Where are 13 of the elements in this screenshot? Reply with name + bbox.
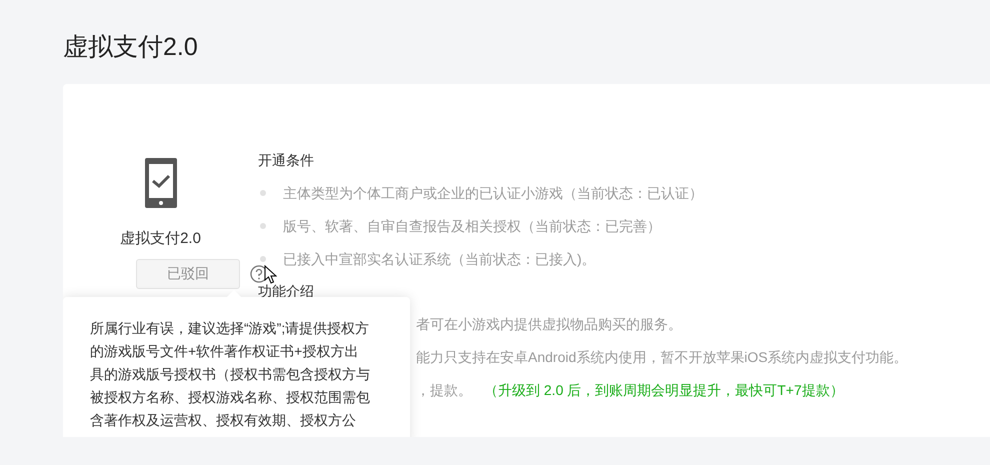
highlight-text: （升级到 2.0 后，到账周期会明显提升，最快可T+7提款） — [484, 380, 844, 400]
feature-text: ，提款。 — [416, 380, 472, 400]
feature-text: 者可在小游戏内提供虚拟物品购买的服务。 — [416, 314, 682, 334]
page-title: 虚拟支付2.0 — [63, 32, 198, 63]
condition-text: 版号、软著、自审自查报告及相关授权（当前状态：已完善） — [283, 216, 661, 236]
feature-text: 能力只支持在安卓Android系统内使用，暂不开放苹果iOS系统内虚拟支付功能。 — [416, 348, 908, 366]
cursor-icon — [264, 265, 277, 284]
product-name: 虚拟支付2.0 — [120, 229, 201, 249]
condition-text: 主体类型为个体工商户或企业的已认证小游戏（当前状态：已认证） — [283, 184, 703, 202]
section-heading: 开通条件 — [258, 151, 315, 170]
tablet-check-icon — [144, 158, 176, 208]
rejection-reason: 所属行业有误，建议选择“游戏”;请提供授权方的游戏版号文件+软件著作权证书+授权方出具的游戏版号授权书（授权书需包含授权方与被授权方名称、授权游戏名称、授权范围需包含著作权及运营权、授权有效期、授权方公 — [90, 319, 370, 430]
condition-text: 已接入中宣部实名认证系统（当前状态：已接入)。 — [283, 250, 596, 269]
